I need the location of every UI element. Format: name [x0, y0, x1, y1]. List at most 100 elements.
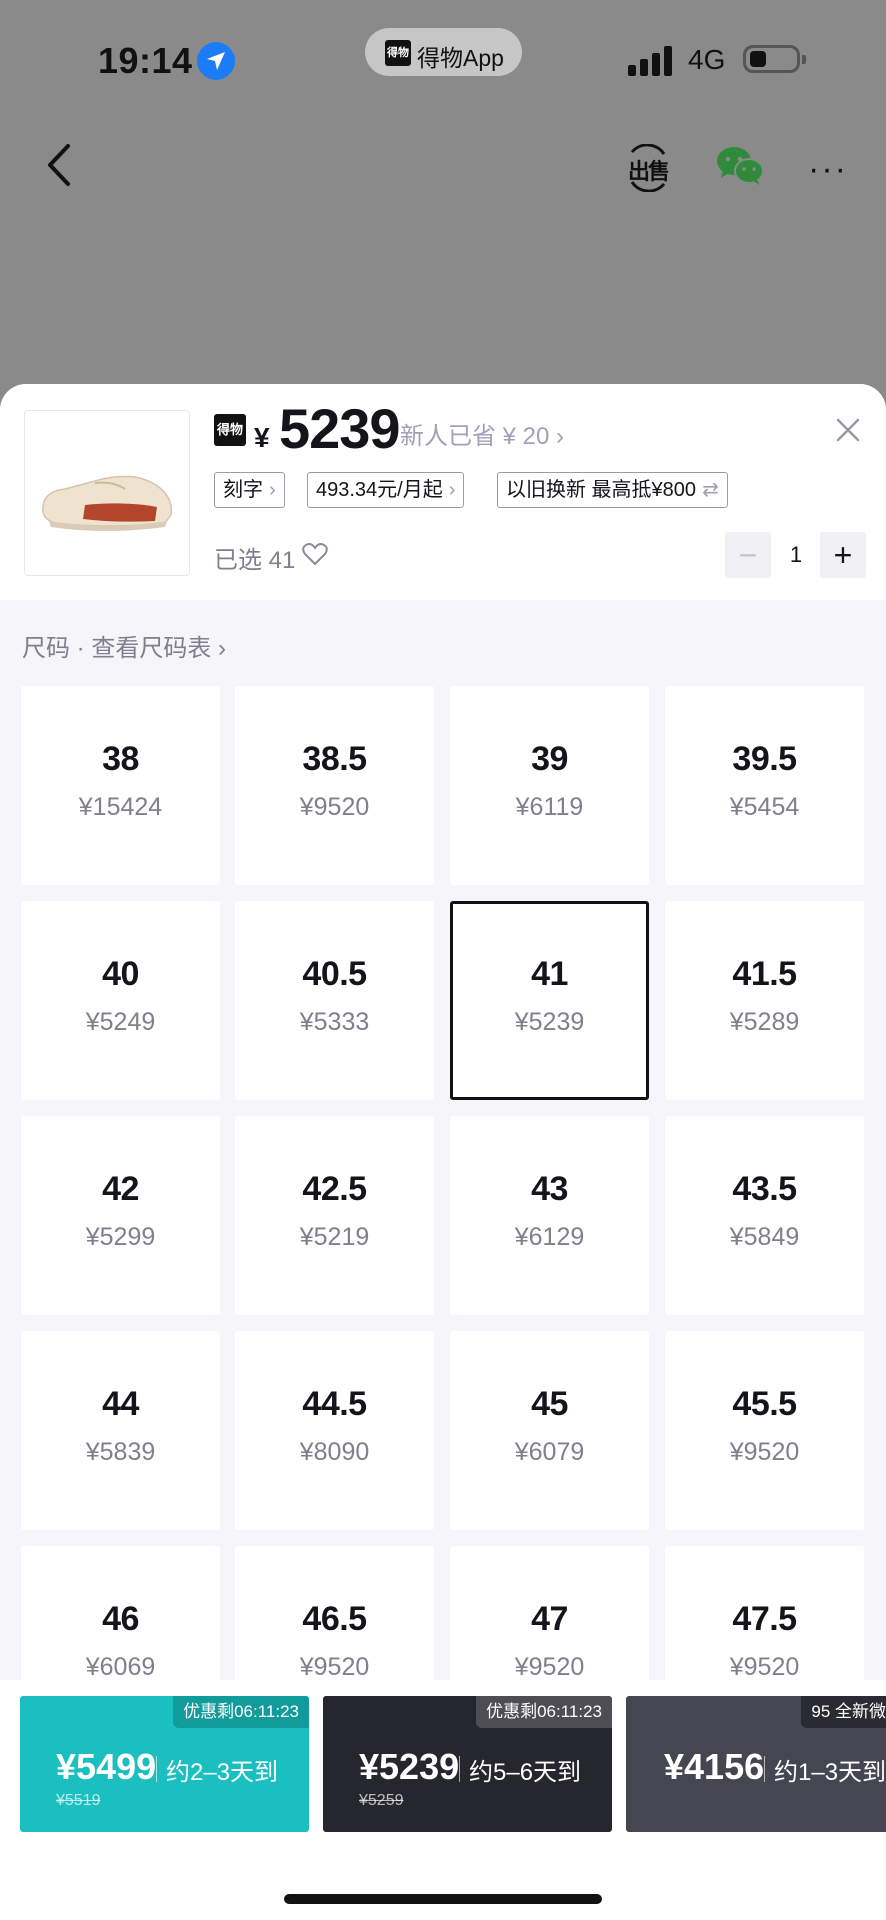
- size-label: 47: [531, 1600, 568, 1638]
- size-option-38[interactable]: 38 ¥15424: [21, 686, 220, 885]
- size-option-42[interactable]: 42 ¥5299: [21, 1116, 220, 1315]
- divider: [764, 1756, 765, 1782]
- size-option-45.5[interactable]: 45.5 ¥9520: [665, 1331, 864, 1530]
- size-option-45[interactable]: 45 ¥6079: [450, 1331, 649, 1530]
- size-option-44.5[interactable]: 44.5 ¥8090: [235, 1331, 434, 1530]
- promo-badge: 95 全新微: [801, 1696, 886, 1728]
- size-option-41.5[interactable]: 41.5 ¥5289: [665, 901, 864, 1100]
- size-label: 39: [531, 740, 568, 778]
- size-label: 44.5: [302, 1385, 367, 1423]
- size-price: ¥5454: [729, 793, 800, 821]
- size-label: 45: [531, 1385, 568, 1423]
- size-label: 38: [102, 740, 139, 778]
- divider: [459, 1756, 460, 1782]
- size-chart-link[interactable]: 尺码 · 查看尺码表 ›: [22, 628, 226, 663]
- size-option-44[interactable]: 44 ¥5839: [21, 1331, 220, 1530]
- wechat-share-icon[interactable]: [715, 145, 765, 187]
- close-icon[interactable]: [834, 416, 862, 444]
- size-price: ¥5289: [729, 1008, 800, 1036]
- delivery-eta: 约2–3天到: [166, 1759, 279, 1786]
- size-label: 45.5: [732, 1385, 797, 1423]
- selected-size-text: 已选 41: [214, 547, 296, 574]
- size-price: ¥6119: [515, 793, 584, 821]
- size-option-43.5[interactable]: 43.5 ¥5849: [665, 1116, 864, 1315]
- size-price: ¥6129: [514, 1223, 585, 1251]
- size-price: ¥9520: [299, 1653, 370, 1681]
- size-price: ¥5299: [85, 1223, 156, 1251]
- promo-badge: 优惠剩06:11:23: [173, 1696, 309, 1728]
- size-price: ¥9520: [299, 793, 370, 821]
- size-option-40.5[interactable]: 40.5 ¥5333: [235, 901, 434, 1100]
- trade-in-tag[interactable]: 以旧换新 最高抵¥800 ⇄: [497, 472, 728, 508]
- size-price: ¥5333: [299, 1008, 370, 1036]
- size-label: 38.5: [302, 740, 367, 778]
- size-price: ¥5839: [85, 1438, 156, 1466]
- size-option-39[interactable]: 39 ¥6119: [450, 686, 649, 885]
- more-options-button[interactable]: ···: [808, 150, 848, 189]
- size-option-39.5[interactable]: 39.5 ¥5454: [665, 686, 864, 885]
- purchase-bar: 优惠剩06:11:23 ¥5499 约2–3天到 ¥5519 优惠剩06:11:23 ¥5…: [0, 1680, 886, 1920]
- size-option-41[interactable]: 41 ¥5239: [450, 901, 649, 1100]
- size-price: ¥8090: [299, 1438, 370, 1466]
- divider: [156, 1756, 157, 1782]
- size-price: ¥5239: [514, 1008, 585, 1036]
- size-price: ¥6079: [514, 1438, 585, 1466]
- size-label: 42.5: [302, 1170, 367, 1208]
- buy-option-button[interactable]: 优惠剩06:11:23 ¥5499 约2–3天到 ¥5519: [20, 1696, 309, 1832]
- size-option-42.5[interactable]: 42.5 ¥5219: [235, 1116, 434, 1315]
- product-thumbnail: [24, 410, 190, 576]
- status-time: 19:14: [98, 40, 193, 81]
- size-price: ¥9520: [729, 1653, 800, 1681]
- promo-badge: 优惠剩06:11:23: [476, 1696, 612, 1728]
- size-label: 40.5: [302, 955, 367, 993]
- quantity-value: 1: [789, 542, 803, 567]
- size-price: ¥6069: [85, 1653, 156, 1681]
- size-price: ¥5219: [299, 1223, 370, 1251]
- original-price: ¥5259: [359, 1792, 404, 1809]
- new-user-discount-link[interactable]: 新人已省 ¥ 20 ›: [400, 416, 564, 451]
- dewu-logo-icon: 得物: [214, 414, 246, 446]
- size-option-40[interactable]: 40 ¥5249: [21, 901, 220, 1100]
- size-label: 47.5: [732, 1600, 797, 1638]
- network-type: 4G: [688, 44, 726, 75]
- size-option-38.5[interactable]: 38.5 ¥9520: [235, 686, 434, 885]
- installment-tag[interactable]: 493.34元/月起 ›: [307, 472, 465, 508]
- buy-option-price: ¥5239: [359, 1746, 460, 1787]
- size-price: ¥5849: [729, 1223, 800, 1251]
- size-price: ¥9520: [514, 1653, 585, 1681]
- cellular-signal-icon: [628, 46, 674, 76]
- quantity-increase-button[interactable]: +: [820, 532, 866, 578]
- size-label: 46: [102, 1600, 139, 1638]
- dewu-logo-icon: 得物: [385, 40, 411, 66]
- battery-icon: [743, 45, 806, 73]
- heart-icon[interactable]: [302, 542, 328, 566]
- size-label: 43.5: [732, 1170, 797, 1208]
- status-bar: 19:14 得物 得物App 4G: [0, 0, 886, 120]
- product-price: 5239: [279, 397, 401, 460]
- size-label: 44: [102, 1385, 139, 1423]
- buy-option-price: ¥4156: [664, 1746, 765, 1787]
- size-price: ¥15424: [78, 793, 163, 821]
- size-label: 42: [102, 1170, 139, 1208]
- app-switch-pill[interactable]: 得物 得物App: [365, 28, 522, 76]
- size-price: ¥9520: [729, 1438, 800, 1466]
- size-label: 41: [531, 955, 568, 993]
- size-label: 43: [531, 1170, 568, 1208]
- buy-option-button[interactable]: 优惠剩06:11:23 ¥5239 约5–6天到 ¥5259: [323, 1696, 612, 1832]
- price-currency: ¥: [254, 422, 270, 453]
- sell-button[interactable]: 出售: [626, 144, 670, 192]
- quantity-decrease-button[interactable]: −: [725, 532, 771, 578]
- original-price: ¥5519: [56, 1792, 101, 1809]
- home-indicator: [284, 1894, 602, 1904]
- buy-option-price: ¥5499: [56, 1746, 157, 1787]
- engraving-tag[interactable]: 刻字 ›: [214, 472, 285, 508]
- size-price: ¥5249: [85, 1008, 156, 1036]
- size-label: 46.5: [302, 1600, 367, 1638]
- location-arrow-icon: [197, 42, 235, 80]
- app-pill-label: 得物App: [417, 45, 504, 71]
- size-label: 40: [102, 955, 139, 993]
- size-option-43[interactable]: 43 ¥6129: [450, 1116, 649, 1315]
- back-button[interactable]: [40, 140, 80, 190]
- buy-option-button[interactable]: 95 全新微 ¥4156 约1–3天到: [626, 1696, 886, 1832]
- delivery-eta: 约5–6天到: [469, 1759, 582, 1786]
